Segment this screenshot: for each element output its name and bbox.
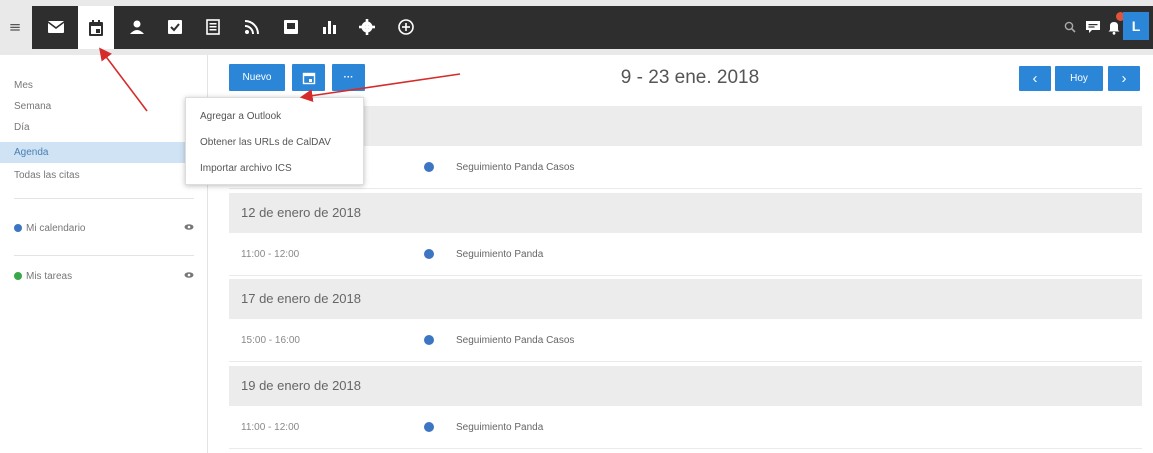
menu-icon[interactable]: ≡ bbox=[6, 19, 24, 35]
calendar-icon bbox=[302, 72, 315, 84]
date-range-title: 9 - 23 ene. 2018 bbox=[620, 67, 760, 88]
event-title: Seguimiento Panda Casos bbox=[456, 335, 575, 346]
more-button[interactable]: ··· bbox=[332, 64, 365, 91]
sidebar-divider bbox=[14, 255, 194, 256]
event-row[interactable]: 11:00 - 12:00 Seguimiento Panda bbox=[229, 233, 1142, 276]
calendar-label: Mis tareas bbox=[26, 270, 73, 282]
new-button[interactable]: Nuevo bbox=[229, 64, 285, 91]
event-time: 11:00 - 12:00 bbox=[241, 422, 300, 433]
visibility-eye-icon[interactable] bbox=[184, 270, 194, 280]
add-circle-icon[interactable] bbox=[388, 9, 424, 45]
inbox-icon[interactable] bbox=[273, 9, 309, 45]
menu-item-import-ics[interactable]: Importar archivo ICS bbox=[186, 156, 363, 182]
event-color-dot bbox=[424, 422, 434, 432]
event-row[interactable]: Seguimiento Panda Casos bbox=[229, 146, 1142, 189]
event-title: Seguimiento Panda Casos bbox=[456, 162, 575, 173]
search-icon[interactable] bbox=[1063, 14, 1077, 40]
settings-icon[interactable] bbox=[349, 9, 385, 45]
sidebar: Mes Semana Día Agenda Todas las citas Mi… bbox=[0, 55, 208, 453]
calendar-color-dot bbox=[14, 224, 22, 232]
sidebar-item-week[interactable]: Semana bbox=[0, 96, 208, 117]
sidebar-item-all-appointments[interactable]: Todas las citas bbox=[0, 165, 208, 186]
sidebar-divider bbox=[14, 198, 194, 199]
menu-item-caldav-urls[interactable]: Obtener las URLs de CalDAV bbox=[186, 130, 363, 156]
calendar-item-my-tasks[interactable]: Mis tareas bbox=[14, 267, 194, 285]
calendar-label: Mi calendario bbox=[26, 222, 86, 234]
event-title: Seguimiento Panda bbox=[456, 249, 544, 260]
event-time: 11:00 - 12:00 bbox=[241, 249, 300, 260]
stats-icon[interactable] bbox=[311, 9, 347, 45]
event-color-dot bbox=[424, 249, 434, 259]
day-header: 17 de enero de 2018 bbox=[229, 279, 1142, 319]
calendar-options-menu: Agregar a Outlook Obtener las URLs de Ca… bbox=[185, 97, 364, 185]
day-header: 12 de enero de 2018 bbox=[229, 193, 1142, 233]
annotation-arrow bbox=[299, 73, 461, 102]
sidebar-item-month[interactable]: Mes bbox=[0, 75, 208, 96]
mail-icon[interactable] bbox=[38, 9, 74, 45]
event-color-dot bbox=[424, 162, 434, 172]
day-header: 19 de enero de 2018 bbox=[229, 366, 1142, 406]
calendar-item-my-calendar[interactable]: Mi calendario bbox=[14, 219, 194, 237]
avatar[interactable]: L bbox=[1123, 12, 1149, 40]
event-row[interactable]: 11:00 - 12:00 Seguimiento Panda bbox=[229, 406, 1142, 449]
day-header bbox=[229, 106, 1142, 146]
contacts-icon[interactable] bbox=[119, 9, 155, 45]
menu-item-add-to-outlook[interactable]: Agregar a Outlook bbox=[186, 104, 363, 130]
top-bar: ≡ L bbox=[0, 0, 1153, 55]
event-time: 15:00 - 16:00 bbox=[241, 335, 300, 346]
event-row[interactable]: 15:00 - 16:00 Seguimiento Panda Casos bbox=[229, 319, 1142, 362]
calendar-color-dot bbox=[14, 272, 22, 280]
today-button[interactable]: Hoy bbox=[1055, 66, 1103, 91]
chat-icon[interactable] bbox=[1085, 14, 1101, 40]
calendar-options-button[interactable] bbox=[292, 64, 325, 91]
event-title: Seguimiento Panda bbox=[456, 422, 544, 433]
notes-icon[interactable] bbox=[195, 9, 231, 45]
sidebar-item-agenda[interactable]: Agenda bbox=[0, 142, 208, 163]
rss-icon[interactable] bbox=[234, 9, 270, 45]
sidebar-item-day[interactable]: Día bbox=[0, 117, 208, 138]
calendar-icon[interactable] bbox=[78, 6, 114, 49]
visibility-eye-icon[interactable] bbox=[184, 222, 194, 232]
event-color-dot bbox=[424, 335, 434, 345]
next-button[interactable]: › bbox=[1108, 66, 1140, 91]
previous-button[interactable]: ‹ bbox=[1019, 66, 1051, 91]
tasks-icon[interactable] bbox=[157, 9, 193, 45]
